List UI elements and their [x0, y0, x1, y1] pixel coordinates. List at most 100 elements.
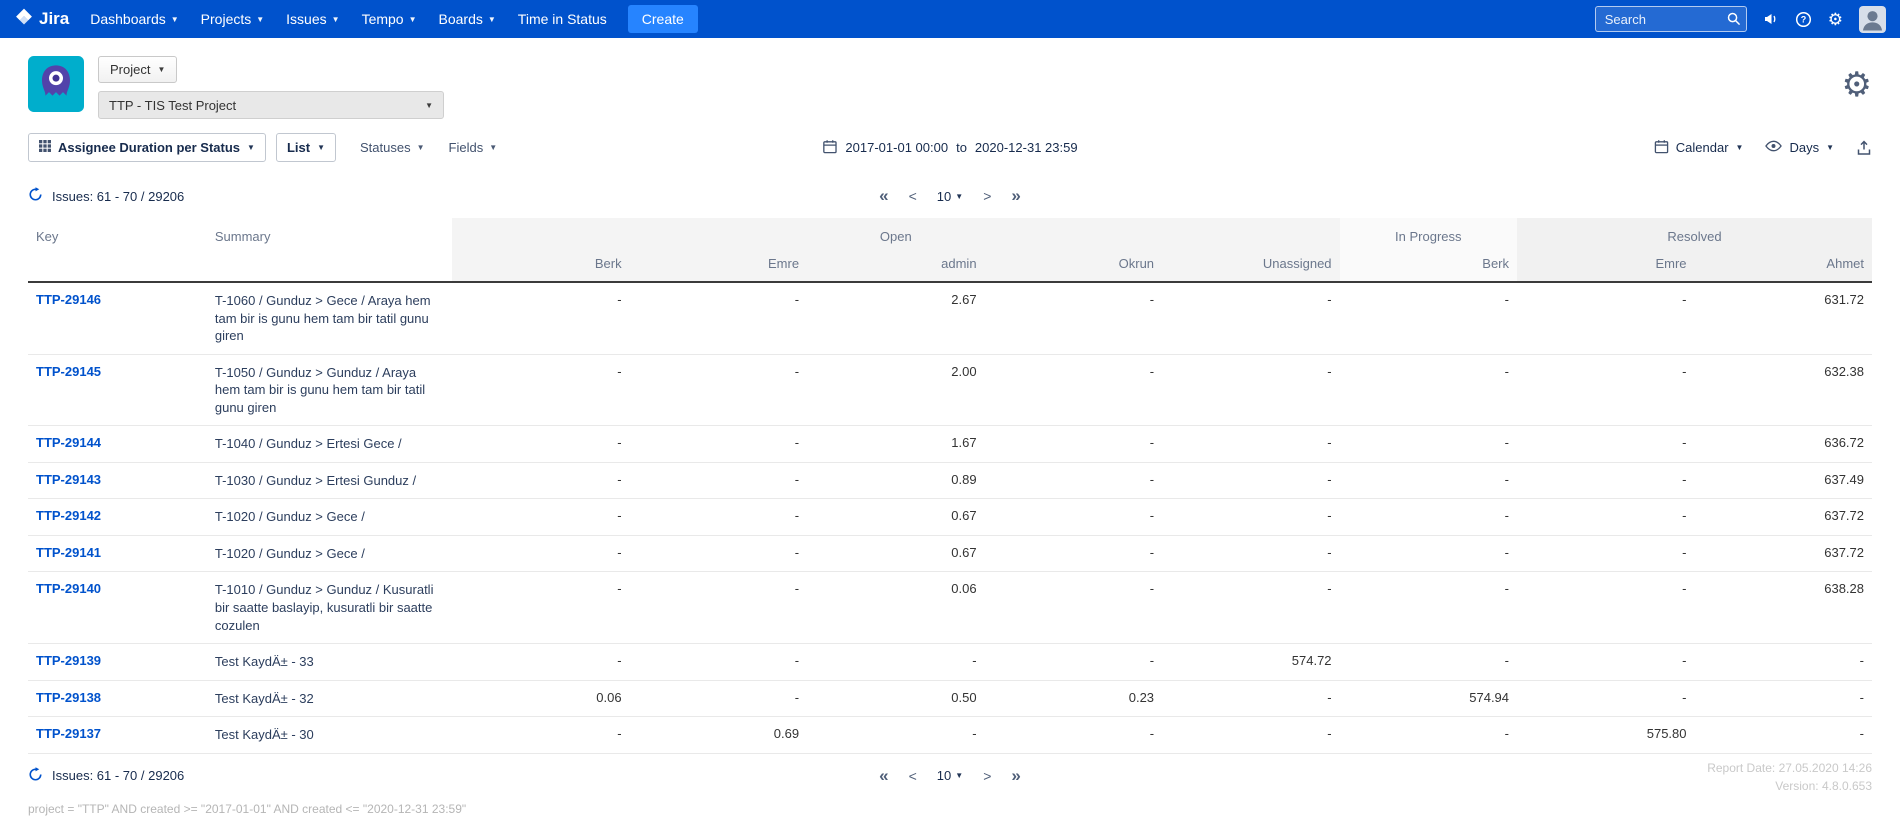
- fields-dropdown[interactable]: Fields▼: [449, 140, 498, 155]
- duration-cell: -: [630, 426, 807, 463]
- duration-cell: -: [1695, 680, 1873, 717]
- nav-item-issues[interactable]: Issues ▼: [275, 0, 350, 38]
- first-page-button[interactable]: «: [879, 186, 888, 206]
- issue-key-link[interactable]: TTP-29145: [36, 364, 101, 379]
- navbar-search: [1595, 6, 1747, 32]
- duration-cell: 631.72: [1695, 282, 1873, 354]
- status-group-open: Open: [452, 218, 1339, 251]
- report-meta: Report Date: 27.05.2020 14:26 Version: 4…: [1707, 759, 1872, 796]
- last-page-button[interactable]: »: [1011, 766, 1020, 786]
- duration-cell: -: [1340, 462, 1517, 499]
- duration-cell: 0.50: [807, 680, 984, 717]
- brand-label: Jira: [39, 9, 69, 29]
- issue-summary-cell: T-1050 / Gunduz > Gunduz / Araya hem tam…: [207, 354, 452, 426]
- issue-key-link[interactable]: TTP-29137: [36, 726, 101, 741]
- date-from-value: 2017-01-01 00:00: [845, 140, 948, 155]
- nav-item-tempo[interactable]: Tempo ▼: [351, 0, 428, 38]
- search-input[interactable]: [1595, 6, 1747, 32]
- refresh-icon[interactable]: [28, 187, 43, 205]
- table-row: TTP-29139Test KaydÄ± - 33----574.72---: [28, 644, 1872, 681]
- prev-page-button[interactable]: <: [909, 188, 917, 204]
- duration-cell: -: [985, 426, 1162, 463]
- jira-home-link[interactable]: Jira: [14, 7, 69, 32]
- report-type-button[interactable]: Assignee Duration per Status▼: [28, 133, 266, 162]
- issue-key-link[interactable]: TTP-29146: [36, 292, 101, 307]
- duration-cell: 574.94: [1340, 680, 1517, 717]
- issue-summary-cell: T-1040 / Gunduz > Ertesi Gece /: [207, 426, 452, 463]
- table-row: TTP-29138Test KaydÄ± - 320.06-0.500.23-5…: [28, 680, 1872, 717]
- issue-key-link[interactable]: TTP-29138: [36, 690, 101, 705]
- chevron-down-icon: ▼: [488, 15, 496, 24]
- page-size-value: 10: [937, 189, 951, 204]
- project-avatar: [28, 56, 84, 112]
- feedback-megaphone-icon[interactable]: [1763, 11, 1779, 27]
- refresh-icon[interactable]: [28, 767, 43, 785]
- page-size-select[interactable]: 10▼: [937, 768, 963, 783]
- duration-cell: 637.72: [1695, 499, 1873, 536]
- assignee-column-header: Unassigned: [1162, 251, 1339, 282]
- issue-key-cell: TTP-29139: [28, 644, 207, 681]
- settings-gear-icon[interactable]: ⚙: [1828, 11, 1843, 28]
- chevron-down-icon: ▼: [247, 143, 255, 152]
- pagination-bottom: « < 10▼ > »: [879, 766, 1021, 786]
- duration-cell: -: [452, 572, 629, 644]
- chevron-down-icon: ▼: [332, 15, 340, 24]
- project-select[interactable]: TTP - TIS Test Project ▼: [98, 91, 444, 119]
- duration-cell: 0.69: [630, 717, 807, 754]
- nav-item-label: Issues: [286, 11, 326, 27]
- duration-cell: -: [1517, 535, 1694, 572]
- display-unit-label: Days: [1789, 140, 1819, 155]
- view-type-button[interactable]: List▼: [276, 133, 336, 162]
- calendar-mode-dropdown[interactable]: Calendar▼: [1654, 139, 1744, 157]
- chevron-down-icon: ▼: [1826, 143, 1834, 152]
- issue-key-cell: TTP-29140: [28, 572, 207, 644]
- pagination-top: « < 10▼ > »: [879, 186, 1021, 206]
- chevron-down-icon: ▼: [409, 15, 417, 24]
- duration-cell: -: [630, 499, 807, 536]
- issue-key-link[interactable]: TTP-29140: [36, 581, 101, 596]
- issue-key-link[interactable]: TTP-29139: [36, 653, 101, 668]
- statuses-dropdown[interactable]: Statuses▼: [360, 140, 425, 155]
- issue-key-link[interactable]: TTP-29144: [36, 435, 101, 450]
- issue-key-link[interactable]: TTP-29143: [36, 472, 101, 487]
- issue-key-cell: TTP-29143: [28, 462, 207, 499]
- assignee-column-header: Berk: [1340, 251, 1517, 282]
- next-page-button[interactable]: >: [983, 188, 991, 204]
- prev-page-button[interactable]: <: [909, 768, 917, 784]
- user-avatar[interactable]: [1859, 6, 1886, 33]
- issue-summary-cell: T-1010 / Gunduz > Gunduz / Kusuratli bir…: [207, 572, 452, 644]
- report-table-wrap: Key Summary Open In Progress Resolved Be…: [0, 218, 1900, 754]
- project-picker-button[interactable]: Project▼: [98, 56, 177, 83]
- table-row: TTP-29137Test KaydÄ± - 30-0.69----575.80…: [28, 717, 1872, 754]
- export-icon[interactable]: [1856, 140, 1872, 156]
- last-page-button[interactable]: »: [1011, 186, 1020, 206]
- next-page-button[interactable]: >: [983, 768, 991, 784]
- duration-cell: 632.38: [1695, 354, 1873, 426]
- nav-item-projects[interactable]: Projects▼: [190, 0, 276, 38]
- issues-bar-bottom: Issues: 61 - 70 / 29206 « < 10▼ > » Repo…: [0, 754, 1900, 798]
- nav-item-time-in-status[interactable]: Time in Status: [507, 0, 618, 38]
- issue-key-link[interactable]: TTP-29141: [36, 545, 101, 560]
- display-unit-dropdown[interactable]: Days ▼: [1765, 140, 1834, 155]
- nav-item-dashboards[interactable]: Dashboards▼: [79, 0, 189, 38]
- date-range-picker[interactable]: 2017-01-01 00:00 to 2020-12-31 23:59: [822, 139, 1077, 157]
- create-button[interactable]: Create: [628, 5, 698, 33]
- report-settings-gear-icon[interactable]: ⚙: [1842, 68, 1872, 102]
- duration-cell: 575.80: [1517, 717, 1694, 754]
- first-page-button[interactable]: «: [879, 766, 888, 786]
- chevron-down-icon: ▼: [425, 101, 433, 110]
- duration-cell: -: [452, 462, 629, 499]
- nav-item-boards[interactable]: Boards▼: [428, 0, 507, 38]
- page-size-select[interactable]: 10▼: [937, 189, 963, 204]
- duration-cell: -: [452, 535, 629, 572]
- search-icon[interactable]: [1726, 11, 1741, 31]
- help-icon[interactable]: ?: [1795, 11, 1812, 28]
- issue-key-link[interactable]: TTP-29142: [36, 508, 101, 523]
- project-header: Project▼ TTP - TIS Test Project ▼ ⚙: [0, 38, 1900, 123]
- project-select-value: TTP - TIS Test Project: [109, 98, 236, 113]
- nav-item-label: Tempo: [362, 11, 404, 27]
- duration-cell: -: [452, 644, 629, 681]
- duration-cell: -: [630, 680, 807, 717]
- jira-logo-icon: [14, 7, 34, 32]
- report-version: Version: 4.8.0.653: [1707, 777, 1872, 796]
